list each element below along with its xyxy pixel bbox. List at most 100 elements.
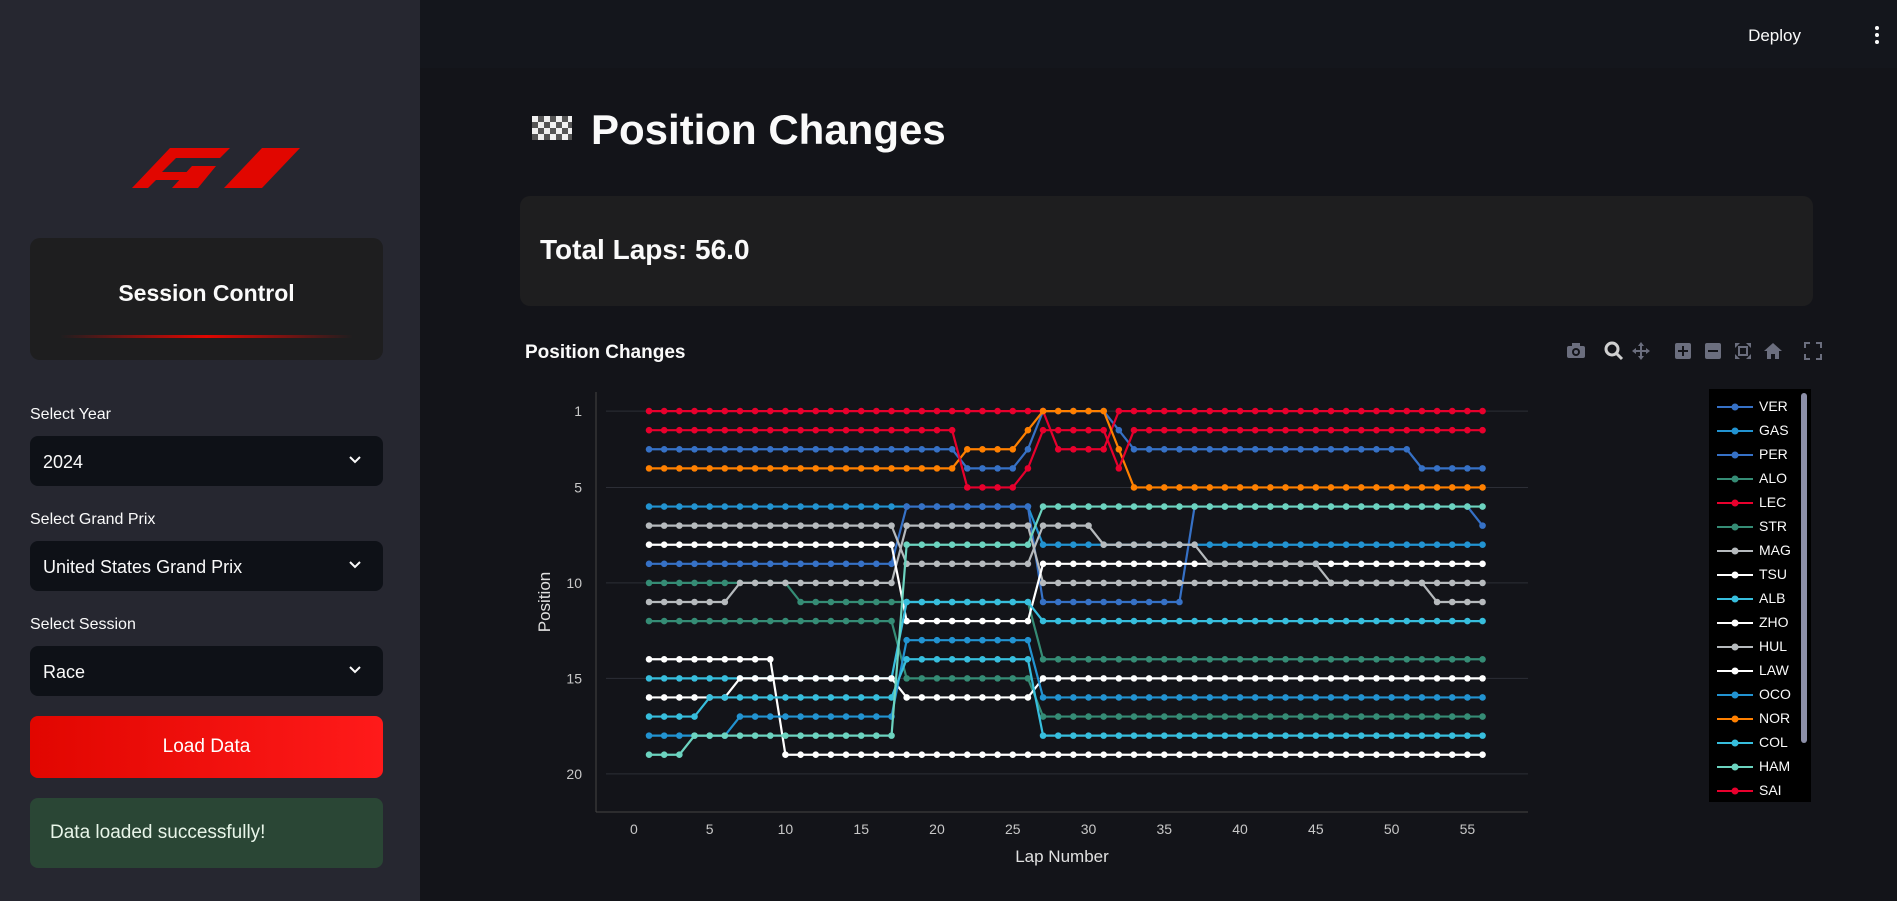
data-point[interactable] xyxy=(1312,426,1320,434)
data-point[interactable] xyxy=(873,751,880,759)
data-point[interactable] xyxy=(1358,579,1365,587)
data-point[interactable] xyxy=(933,694,941,701)
data-point[interactable] xyxy=(1100,694,1107,701)
data-point[interactable] xyxy=(948,636,956,644)
legend-item-oco[interactable]: OCO xyxy=(1715,685,1795,705)
data-point[interactable] xyxy=(1373,751,1380,759)
data-point[interactable] xyxy=(1221,751,1229,759)
data-point[interactable] xyxy=(994,675,1001,682)
data-point[interactable] xyxy=(782,426,789,434)
data-point[interactable] xyxy=(660,655,668,663)
data-point[interactable] xyxy=(1070,655,1077,663)
data-point[interactable] xyxy=(1312,560,1320,568)
data-point[interactable] xyxy=(1433,465,1441,472)
data-point[interactable] xyxy=(797,732,804,739)
data-point[interactable] xyxy=(888,617,895,625)
data-point[interactable] xyxy=(1418,465,1426,472)
data-point[interactable] xyxy=(1039,655,1047,663)
data-point[interactable] xyxy=(1327,407,1335,415)
data-point[interactable] xyxy=(797,407,804,415)
data-point[interactable] xyxy=(1342,503,1350,510)
data-point[interactable] xyxy=(1039,560,1047,568)
data-point[interactable] xyxy=(1130,617,1138,625)
data-point[interactable] xyxy=(1312,694,1320,701)
data-point[interactable] xyxy=(1206,484,1214,491)
data-point[interactable] xyxy=(645,560,653,568)
data-point[interactable] xyxy=(1236,675,1244,682)
data-point[interactable] xyxy=(1054,407,1062,415)
reset-axes-icon[interactable] xyxy=(1762,340,1784,362)
data-point[interactable] xyxy=(1085,751,1092,759)
legend-item-zho[interactable]: ZHO xyxy=(1715,613,1795,633)
data-point[interactable] xyxy=(1251,675,1259,682)
data-point[interactable] xyxy=(660,579,668,587)
data-point[interactable] xyxy=(842,694,850,701)
data-point[interactable] xyxy=(1115,426,1123,434)
data-point[interactable] xyxy=(797,426,804,434)
data-point[interactable] xyxy=(1130,445,1138,453)
data-point[interactable] xyxy=(842,675,850,682)
data-point[interactable] xyxy=(1039,522,1047,529)
data-point[interactable] xyxy=(1130,655,1138,663)
data-point[interactable] xyxy=(1464,484,1471,491)
data-point[interactable] xyxy=(797,522,804,529)
data-point[interactable] xyxy=(979,675,986,682)
data-point[interactable] xyxy=(948,751,956,759)
data-point[interactable] xyxy=(1251,694,1259,701)
legend-item-col[interactable]: COL xyxy=(1715,733,1795,753)
data-point[interactable] xyxy=(1479,732,1486,739)
data-point[interactable] xyxy=(873,732,880,739)
data-point[interactable] xyxy=(1433,598,1441,606)
data-point[interactable] xyxy=(1388,407,1395,415)
data-point[interactable] xyxy=(676,694,683,701)
data-point[interactable] xyxy=(1176,732,1183,739)
data-point[interactable] xyxy=(1479,655,1486,663)
legend-item-per[interactable]: PER xyxy=(1715,445,1795,465)
grand-prix-select[interactable]: United States Grand Prix xyxy=(30,541,383,591)
kebab-menu-icon[interactable] xyxy=(1873,26,1881,46)
data-point[interactable] xyxy=(1358,426,1365,434)
data-point[interactable] xyxy=(933,675,941,682)
data-point[interactable] xyxy=(1267,732,1274,739)
data-point[interactable] xyxy=(1479,522,1486,529)
data-point[interactable] xyxy=(1297,560,1304,568)
data-point[interactable] xyxy=(1297,426,1304,434)
data-point[interactable] xyxy=(1009,675,1017,682)
data-point[interactable] xyxy=(1024,541,1032,549)
data-point[interactable] xyxy=(1388,751,1395,759)
data-point[interactable] xyxy=(1342,407,1350,415)
data-point[interactable] xyxy=(1282,407,1289,415)
data-point[interactable] xyxy=(827,560,835,568)
data-point[interactable] xyxy=(827,713,835,720)
data-point[interactable] xyxy=(691,675,698,682)
data-point[interactable] xyxy=(1267,541,1274,549)
data-point[interactable] xyxy=(888,445,895,453)
data-point[interactable] xyxy=(918,445,926,453)
data-point[interactable] xyxy=(812,445,820,453)
data-point[interactable] xyxy=(1100,751,1107,759)
data-point[interactable] xyxy=(1191,713,1198,720)
data-point[interactable] xyxy=(751,522,759,529)
data-point[interactable] xyxy=(766,675,774,682)
data-point[interactable] xyxy=(1479,598,1486,606)
data-point[interactable] xyxy=(963,407,971,415)
data-point[interactable] xyxy=(827,694,835,701)
data-point[interactable] xyxy=(857,732,865,739)
data-point[interactable] xyxy=(1085,407,1092,415)
data-point[interactable] xyxy=(1342,541,1350,549)
data-point[interactable] xyxy=(842,445,850,453)
data-point[interactable] xyxy=(1448,713,1456,720)
data-point[interactable] xyxy=(1464,617,1471,625)
data-point[interactable] xyxy=(842,426,850,434)
data-point[interactable] xyxy=(1433,426,1441,434)
session-select[interactable]: Race xyxy=(30,646,383,696)
data-point[interactable] xyxy=(827,445,835,453)
data-point[interactable] xyxy=(1297,407,1304,415)
data-point[interactable] xyxy=(1464,560,1471,568)
data-point[interactable] xyxy=(827,579,835,587)
data-point[interactable] xyxy=(1433,713,1441,720)
data-point[interactable] xyxy=(1297,503,1304,510)
data-point[interactable] xyxy=(1145,655,1153,663)
data-point[interactable] xyxy=(1130,560,1138,568)
data-point[interactable] xyxy=(691,426,698,434)
